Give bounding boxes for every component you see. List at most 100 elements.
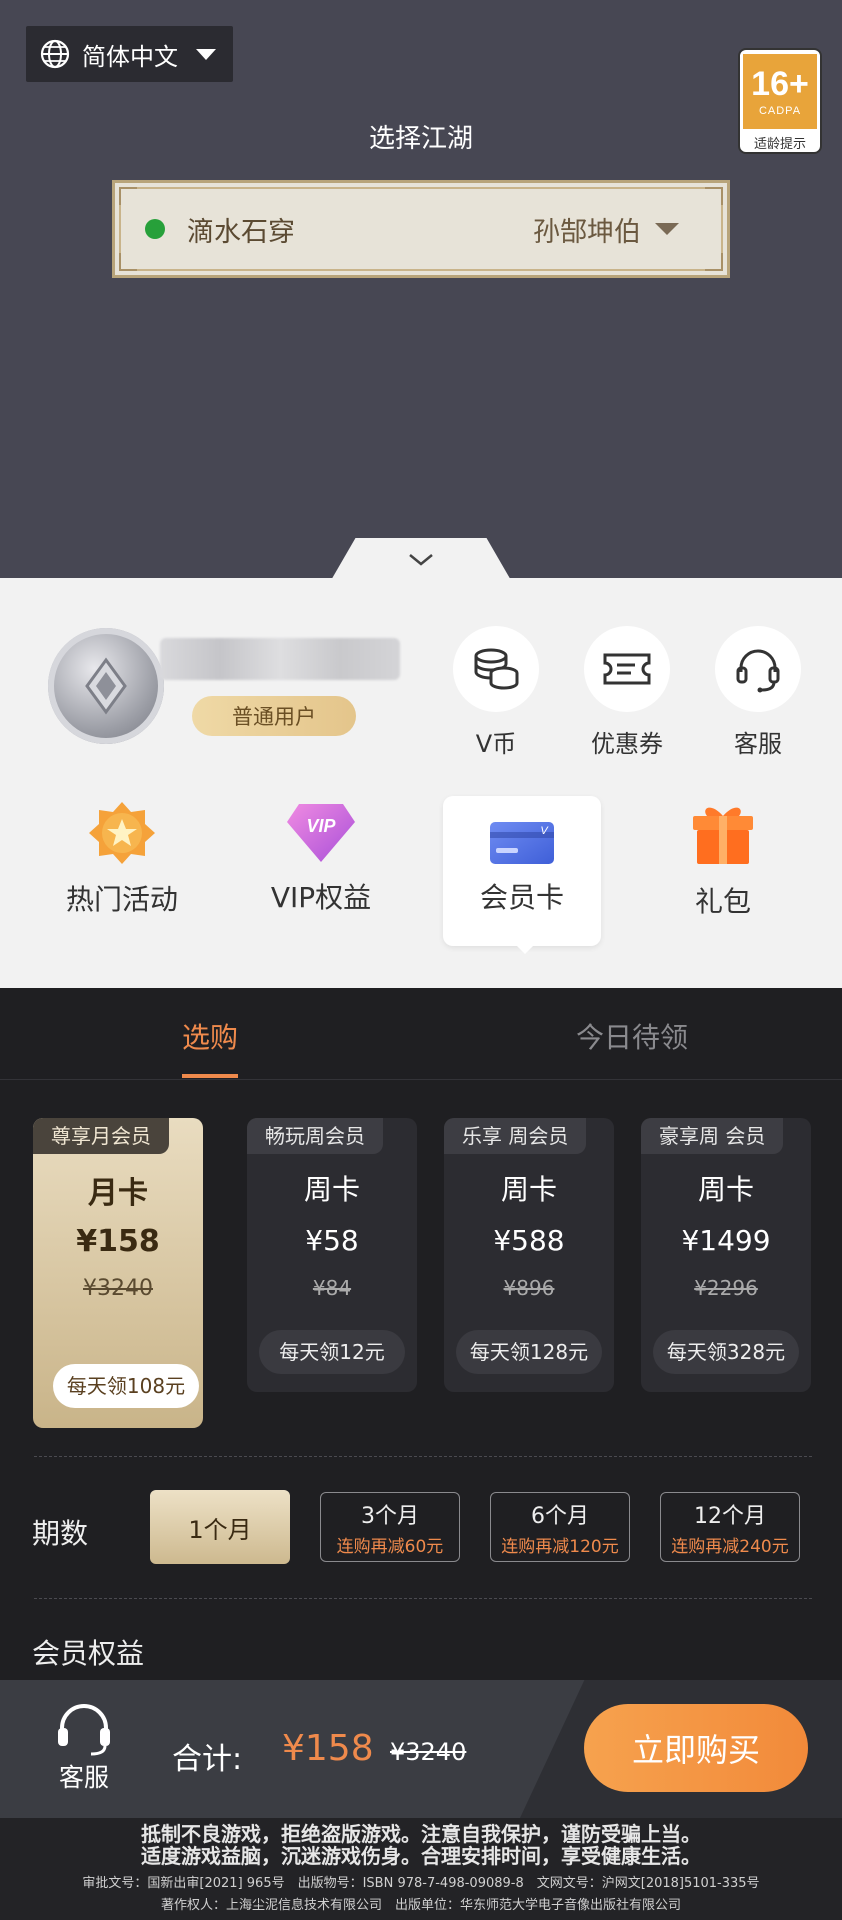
caret-down-icon: [655, 223, 679, 235]
plan-original-price: ¥2296: [694, 1276, 758, 1300]
server-selector[interactable]: 滴水石穿 孙郜坤伯: [112, 180, 730, 278]
plan-name: 月卡: [88, 1176, 148, 1211]
plan-price: ¥1499: [681, 1224, 771, 1257]
ticket-icon: [603, 653, 651, 685]
coins-icon: [474, 648, 519, 690]
vip-diamond-icon: VIP: [287, 804, 355, 862]
total-label: 合计:: [172, 1742, 243, 1777]
customer-service-label: 客服: [58, 1763, 109, 1792]
tab-buy[interactable]: 选购: [182, 1016, 238, 1056]
customer-service-button[interactable]: 客服: [46, 1700, 122, 1794]
quick-action-label: 优惠券: [591, 730, 663, 758]
tab-daily-claim[interactable]: 今日待领: [576, 1016, 688, 1056]
feature-member-card[interactable]: V 会员卡: [443, 796, 601, 946]
period-option-label: 3个月: [361, 1503, 419, 1529]
user-level-badge: 普通用户: [192, 696, 356, 736]
plan-original-price: ¥3240: [83, 1276, 153, 1301]
buy-now-button[interactable]: 立即购买: [584, 1704, 808, 1792]
frame-corner: [119, 187, 137, 205]
quick-action-coupon[interactable]: 优惠券: [577, 626, 677, 759]
language-selector[interactable]: 简体中文: [26, 26, 233, 82]
plan-price: ¥158: [76, 1224, 160, 1259]
page-title: 选择江湖: [368, 124, 473, 154]
username-redacted: [160, 638, 400, 680]
character-name: 孙郜坤伯: [533, 216, 641, 248]
plan-name: 周卡: [303, 1173, 360, 1206]
chevron-down-icon: [409, 554, 433, 566]
quick-action-label: 客服: [734, 730, 782, 758]
language-label: 简体中文: [82, 42, 178, 71]
footer-notice-line: 适度游戏益脑，沉迷游戏伤身。合理安排时间，享受健康生活。: [141, 1844, 701, 1868]
frame-corner: [119, 253, 137, 271]
active-pointer: [515, 944, 535, 954]
plan-tag: 乐享 周会员: [444, 1118, 587, 1154]
period-option-6-month[interactable]: 6个月 连购再减120元: [490, 1492, 630, 1562]
period-option-discount: 连购再减120元: [501, 1536, 619, 1557]
collapse-toggle[interactable]: [330, 538, 512, 582]
plan-card-monthly[interactable]: 尊享月会员 月卡 ¥158 ¥3240 每天领108元: [33, 1118, 203, 1428]
plan-card-weekly-premium[interactable]: 豪享周 会员 周卡 ¥1499 ¥2296 每天领328元: [641, 1118, 811, 1392]
footer-license-line: 审批文号：国新出审[2021] 965号 出版物号：ISBN 978-7-498…: [82, 1876, 760, 1891]
plan-price: ¥588: [493, 1224, 565, 1257]
plan-tag: 豪享周 会员: [641, 1118, 784, 1154]
plan-original-price: ¥896: [503, 1276, 555, 1300]
period-label: 期数: [32, 1517, 89, 1550]
feature-label: VIP权益: [270, 881, 372, 914]
period-option-1-month[interactable]: 1个月: [150, 1490, 290, 1564]
period-option-discount: 连购再减60元: [336, 1536, 444, 1557]
feature-label: 热门活动: [65, 883, 178, 916]
benefits-title: 会员权益: [32, 1637, 145, 1670]
server-status-dot: [145, 219, 165, 239]
tab-active-indicator: [182, 1074, 238, 1078]
period-option-3-month[interactable]: 3个月 连购再减60元: [320, 1492, 460, 1562]
feature-label: 会员卡: [479, 881, 564, 914]
plan-price: ¥58: [305, 1224, 359, 1257]
total-price: ¥158: [282, 1728, 374, 1769]
plan-tag: 畅玩周会员: [247, 1118, 383, 1154]
feature-gift-pack[interactable]: 礼包: [648, 800, 798, 920]
frame-corner: [705, 187, 723, 205]
svg-text:VIP: VIP: [306, 816, 336, 836]
plan-daily-reward: 每天领128元: [456, 1330, 602, 1374]
feature-label: 礼包: [694, 885, 751, 918]
quick-action-label: V币: [475, 730, 517, 758]
divider: [34, 1598, 812, 1599]
diamond-emblem-icon: [85, 657, 127, 715]
frame-corner: [705, 253, 723, 271]
footer-license-line: 著作权人：上海尘泥信息技术有限公司 出版单位：华东师范大学电子音像出版社有限公司: [160, 1898, 681, 1913]
period-option-discount: 连购再减240元: [671, 1536, 789, 1557]
age-rating-org: CADPA: [758, 104, 802, 117]
plan-name: 周卡: [697, 1173, 754, 1206]
period-option-label: 1个月: [188, 1515, 252, 1544]
headset-icon: [58, 1704, 110, 1756]
plan-card-weekly-plus[interactable]: 乐享 周会员 周卡 ¥588 ¥896 每天领128元: [444, 1118, 614, 1392]
avatar[interactable]: [48, 628, 164, 744]
age-rating-number: 16+: [751, 64, 809, 103]
plan-daily-reward: 每天领108元: [53, 1364, 199, 1408]
star-badge-icon: [89, 802, 155, 864]
plan-name: 周卡: [500, 1173, 557, 1206]
plan-card-weekly-basic[interactable]: 畅玩周会员 周卡 ¥58 ¥84 每天领12元: [247, 1118, 417, 1392]
plan-daily-reward: 每天领328元: [653, 1330, 799, 1374]
feature-hot-events[interactable]: 热门活动: [47, 800, 197, 918]
member-card-icon: V: [490, 822, 554, 864]
feature-vip-benefits[interactable]: VIP VIP权益: [246, 800, 396, 916]
quick-action-vcoin[interactable]: V币: [446, 626, 546, 759]
plan-daily-reward: 每天领12元: [259, 1330, 405, 1374]
gift-icon: [693, 807, 753, 864]
plan-original-price: ¥84: [312, 1276, 352, 1300]
plan-tag: 尊享月会员: [33, 1118, 169, 1154]
divider: [34, 1456, 812, 1457]
server-name: 滴水石穿: [187, 216, 295, 248]
period-option-label: 12个月: [694, 1503, 766, 1529]
globe-icon: [40, 39, 70, 69]
period-option-label: 6个月: [531, 1503, 589, 1529]
headset-icon: [736, 649, 780, 693]
tab-bar: 选购 今日待领: [0, 988, 842, 1080]
footer: 抵制不良游戏，拒绝盗版游戏。注意自我保护，谨防受骗上当。 适度游戏益脑，沉迷游戏…: [0, 1818, 842, 1920]
period-option-12-month[interactable]: 12个月 连购再减240元: [660, 1492, 800, 1562]
total-original-price: ¥3240: [390, 1738, 467, 1766]
quick-action-service[interactable]: 客服: [708, 626, 808, 759]
header-area: [0, 0, 842, 580]
caret-down-icon: [196, 48, 216, 60]
